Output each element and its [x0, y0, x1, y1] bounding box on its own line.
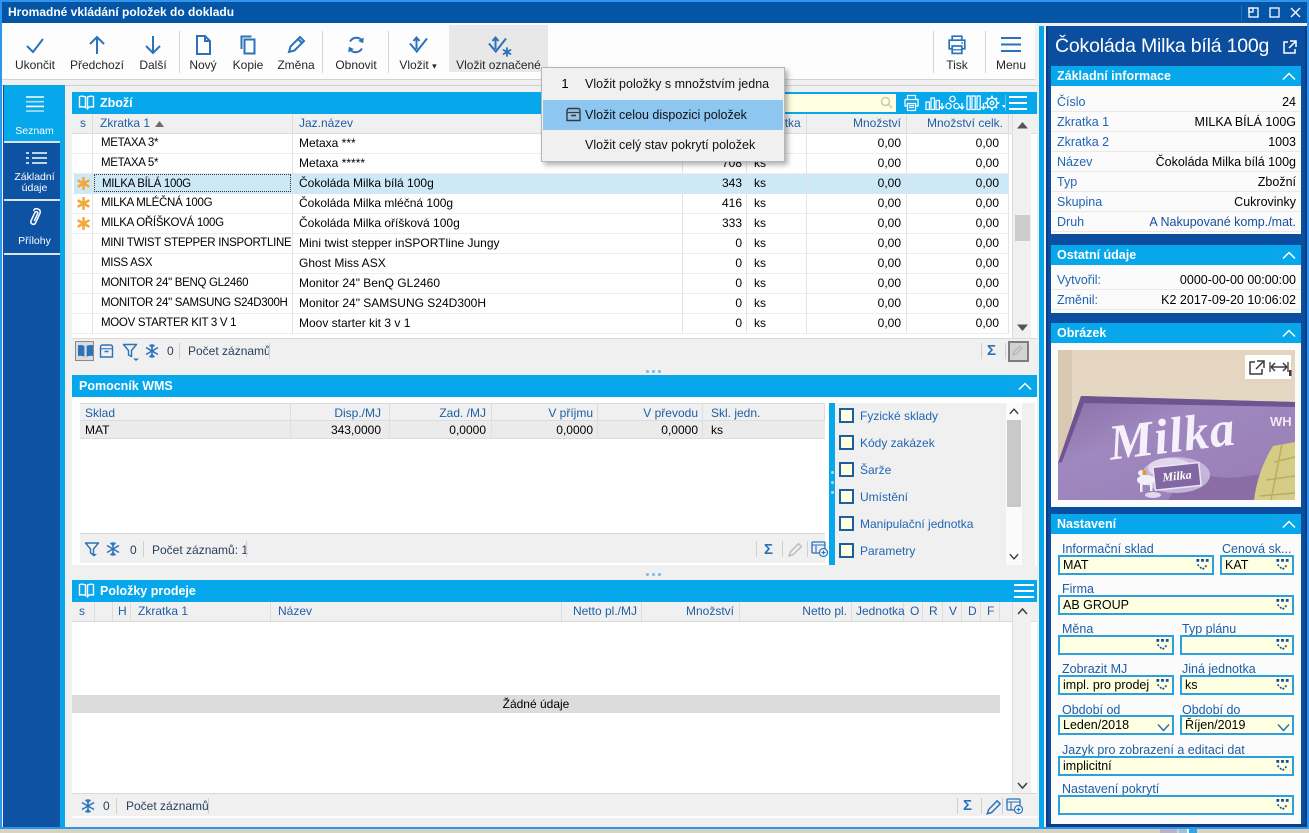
svg-text:WH: WH	[1270, 414, 1292, 429]
